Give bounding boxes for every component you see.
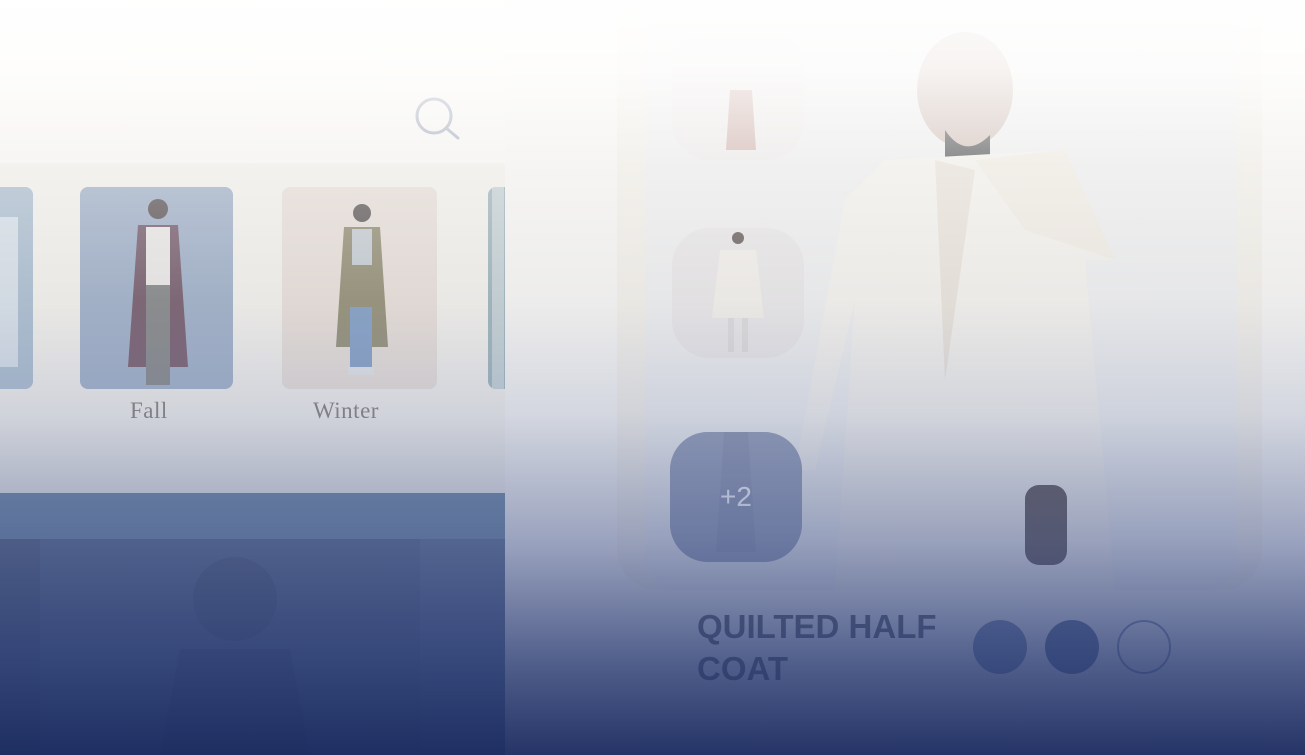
product-detail-screen: +2 QUILTED HALF COAT	[505, 0, 1305, 755]
category-label-winter: Winter	[313, 398, 379, 423]
product-thumbnail-more[interactable]: +2	[670, 432, 802, 562]
category-card-prev[interactable]	[0, 187, 33, 389]
category-carousel: Fall Winter	[0, 163, 505, 493]
featured-editorial-image[interactable]	[0, 539, 505, 755]
color-swatch-3[interactable]	[1117, 620, 1171, 674]
product-thumbnail-2[interactable]	[672, 228, 804, 358]
category-browse-screen: Fall Winter	[0, 0, 505, 755]
category-card-fall[interactable]	[80, 187, 233, 389]
product-name: QUILTED HALF COAT	[697, 608, 937, 687]
color-swatch-1[interactable]	[973, 620, 1027, 674]
section-banner	[0, 493, 505, 539]
category-card-winter[interactable]	[282, 187, 437, 389]
product-thumbnail-1[interactable]	[672, 30, 804, 160]
more-images-count: +2	[670, 432, 802, 562]
color-swatch-2[interactable]	[1045, 620, 1099, 674]
search-button[interactable]	[412, 94, 462, 144]
category-label-fall: Fall	[130, 398, 168, 423]
search-icon	[415, 97, 460, 140]
category-card-next[interactable]	[488, 187, 505, 389]
